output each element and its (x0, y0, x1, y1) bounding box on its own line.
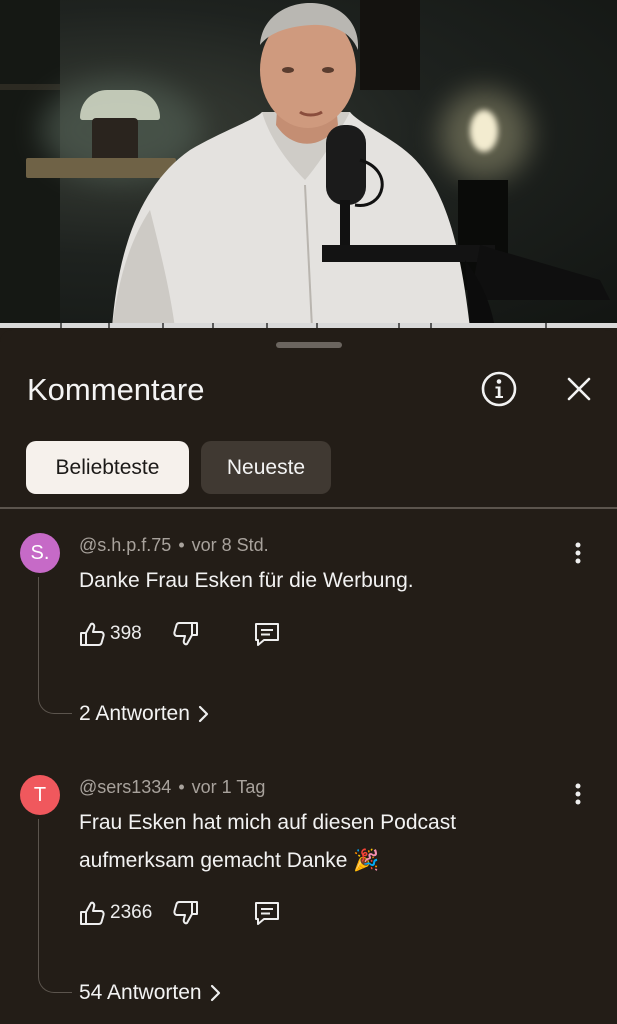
avatar[interactable]: S. (20, 533, 60, 573)
filter-chip-newest[interactable]: Neueste (201, 441, 331, 494)
chevron-right-icon (198, 705, 209, 723)
comment-meta: @sers1334 • vor 1 Tag (79, 777, 265, 798)
thread-line (38, 819, 72, 993)
reply-comment-icon (255, 902, 279, 925)
video-frame-person (112, 2, 610, 328)
comment-meta: @s.h.p.f.75 • vor 8 Std. (79, 535, 269, 556)
header-divider (0, 507, 617, 509)
dislike-button[interactable] (172, 898, 200, 928)
comment-time: vor 1 Tag (191, 777, 266, 797)
close-icon[interactable] (562, 372, 596, 406)
like-button[interactable]: 2366 (78, 898, 152, 928)
video-player[interactable] (0, 0, 617, 328)
comment-time: vor 8 Std. (191, 535, 269, 555)
thread-line (38, 577, 72, 714)
comment-actions: 398 (78, 619, 318, 649)
info-circle-icon[interactable] (480, 370, 518, 408)
meta-separator: • (178, 535, 185, 555)
thumbs-up-icon (80, 622, 105, 646)
comment-author[interactable]: @s.h.p.f.75 (79, 535, 171, 555)
drag-handle[interactable] (276, 342, 342, 348)
meta-separator: • (178, 777, 185, 797)
replies-label: 2 Antworten (79, 702, 190, 725)
chapter-marker (398, 323, 400, 328)
replies-label: 54 Antworten (79, 981, 202, 1004)
reply-button[interactable] (252, 898, 282, 928)
reply-comment-icon (255, 623, 279, 646)
like-button[interactable]: 398 (78, 619, 142, 649)
filter-chip-top[interactable]: Beliebteste (26, 441, 189, 494)
more-vertical-icon[interactable] (566, 541, 590, 565)
comment-author[interactable]: @sers1334 (79, 777, 171, 797)
comment-text: Frau Esken hat mich auf diesen Podcast a… (79, 811, 457, 872)
thumbs-down-icon (173, 901, 198, 925)
chapter-marker (60, 323, 62, 328)
chapter-marker (162, 323, 164, 328)
comment-actions: 2366 (78, 898, 318, 928)
chapter-marker (266, 323, 268, 328)
thumbs-down-icon (173, 622, 198, 646)
thumbs-up-icon (80, 901, 105, 925)
comments-sheet: Kommentare Beliebteste Neueste S. @s.h.p… (0, 330, 617, 1024)
chevron-right-icon (210, 984, 220, 1002)
sheet-title: Kommentare (27, 372, 205, 407)
video-progress-bar[interactable] (0, 323, 617, 328)
view-replies-button[interactable]: 2 Antworten (79, 702, 210, 726)
more-vertical-icon[interactable] (566, 782, 590, 806)
like-count: 398 (110, 623, 142, 644)
reply-button[interactable] (252, 619, 282, 649)
comment-text: Danke Frau Esken für die Werbung. (79, 569, 414, 592)
view-replies-button[interactable]: 54 Antworten (79, 981, 222, 1005)
avatar[interactable]: T (20, 775, 60, 815)
dislike-button[interactable] (172, 619, 200, 649)
chapter-marker (316, 323, 318, 328)
chapter-marker (212, 323, 214, 328)
like-count: 2366 (110, 902, 153, 923)
chapter-marker (430, 323, 432, 328)
chapter-marker (108, 323, 110, 328)
chapter-marker (545, 323, 547, 328)
